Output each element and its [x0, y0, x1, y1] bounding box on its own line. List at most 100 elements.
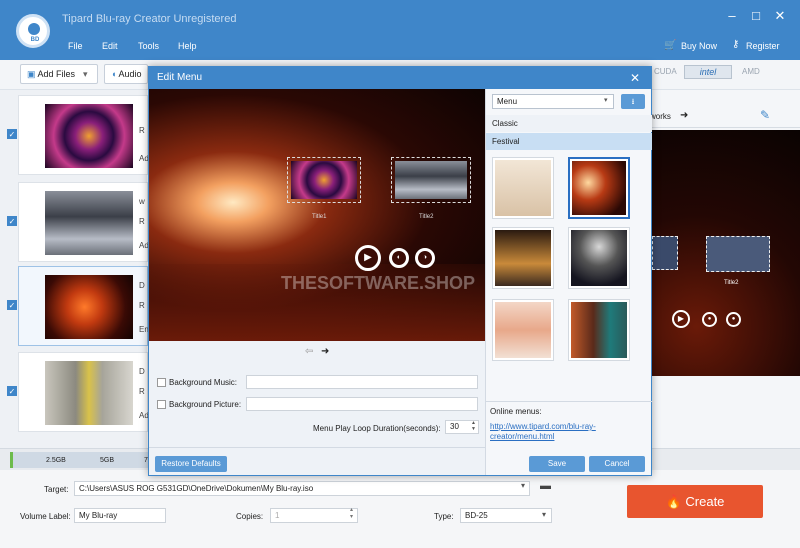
next-page-icon[interactable]: ➜ [321, 346, 329, 357]
add-file-icon: ▣ [27, 69, 38, 79]
play-button-icon[interactable]: ▶ [355, 245, 381, 271]
menu-file[interactable]: File [68, 41, 83, 51]
background-music-input[interactable] [246, 375, 478, 389]
loop-stepper[interactable]: ▲ ▼ [471, 420, 476, 432]
template-thumb[interactable] [568, 299, 630, 361]
storage-fill [10, 452, 148, 468]
background-picture-checkbox[interactable]: Background Picture: [157, 400, 242, 410]
restore-defaults-button[interactable]: Restore Defaults [155, 456, 227, 472]
menu-preview: Title1 Title2 ▶ ◐ ◑ THESOFTWARE.SHOP [149, 89, 485, 341]
target-field[interactable]: C:\Users\ASUS ROG G531GD\OneDrive\Dokume… [74, 481, 530, 496]
video-thumbnail [45, 191, 133, 255]
item-label: R [139, 217, 145, 226]
background-music-checkbox[interactable]: Background Music: [157, 378, 238, 388]
works-label: works [650, 112, 671, 121]
video-thumbnail [45, 275, 133, 339]
edit-icon[interactable]: ✎ [760, 108, 770, 122]
add-files-button[interactable]: ▣ Add Files ▾ [20, 64, 98, 84]
menu-help[interactable]: Help [178, 41, 197, 51]
chapter-icon: ● [702, 312, 717, 327]
volume-label-field[interactable]: My Blu-ray [74, 508, 166, 523]
menu-type-select[interactable]: Menu [492, 94, 614, 109]
item-checkbox[interactable]: ✓ [7, 216, 17, 226]
title-bar [0, 0, 800, 60]
dialog-close-button[interactable]: ✕ [627, 70, 643, 86]
audio-button[interactable]: ◖ Audio [104, 64, 148, 84]
prev-page-icon[interactable]: ⇦ [305, 346, 313, 357]
category-classic[interactable]: Classic [486, 115, 652, 132]
item-label: R [139, 301, 145, 310]
fire-icon: 🔥 [665, 494, 686, 509]
type-dropdown-icon[interactable]: ▾ [542, 510, 546, 519]
checkbox-box [157, 400, 166, 410]
background-music-label: Background Music: [169, 378, 238, 387]
online-menus-label: Online menus: [490, 407, 542, 416]
menu-tools[interactable]: Tools [138, 41, 159, 51]
list-item[interactable]: ✓ w R Ad [7, 182, 149, 262]
menu-preview-image: Title2 ▶ ● ● [652, 130, 800, 376]
list-item[interactable]: ✓ D R En [7, 266, 149, 346]
item-checkbox[interactable]: ✓ [7, 386, 17, 396]
amd-badge: AMD [742, 67, 760, 76]
online-menus-link[interactable]: http://www.tipard.com/blu-ray-creator/me… [490, 422, 620, 442]
copies-stepper[interactable]: ▴ ▾ [350, 507, 353, 521]
storage-tick: 5GB [100, 457, 115, 464]
item-checkbox[interactable]: ✓ [7, 300, 17, 310]
volume-label: Volume Label: [20, 512, 71, 521]
title2-caption: Title2 [724, 280, 739, 286]
minimize-button[interactable]: – [724, 8, 740, 24]
menu-preview-panel: works ➜ ✎ Title2 ▶ ● ● [650, 90, 800, 448]
audio-track-icon: ● [726, 312, 741, 327]
close-window-button[interactable]: ✕ [772, 8, 788, 24]
title1-caption: Title1 [312, 214, 327, 220]
next-arrow-icon[interactable]: ➜ [680, 110, 688, 121]
intel-badge: intel [684, 65, 732, 79]
title1-frame[interactable] [287, 157, 361, 203]
maximize-button[interactable]: □ [748, 8, 764, 24]
item-label: D [139, 367, 145, 376]
preview-nav: ⇦ ➜ [149, 341, 485, 363]
folder-icon[interactable]: ▬ [540, 480, 551, 492]
loop-duration-label: Menu Play Loop Duration(seconds): [313, 424, 441, 433]
play-icon: ▶ [672, 310, 690, 328]
chapter-button-icon[interactable]: ◐ [389, 248, 409, 268]
type-select[interactable]: BD-25 [460, 508, 552, 523]
audio-button-icon[interactable]: ◑ [415, 248, 435, 268]
copies-label: Copies: [236, 512, 264, 521]
create-label: Create [685, 494, 725, 509]
list-item[interactable]: ✓ R Ad [7, 95, 149, 175]
app-logo: BD [16, 14, 50, 48]
dialog-title: Edit Menu [149, 67, 651, 89]
item-label: R [139, 126, 145, 135]
download-icon[interactable]: ⭳ [621, 94, 645, 109]
checkbox-box [157, 378, 166, 388]
file-list: ✓ R Ad ✓ w R Ad ✓ D R En ✓ D R Ad [0, 90, 149, 448]
disc-icon [28, 23, 40, 35]
register-link[interactable]: Register [746, 41, 780, 51]
background-picture-label: Background Picture: [169, 400, 242, 409]
category-festival[interactable]: Festival [486, 133, 652, 150]
video-thumbnail [45, 361, 133, 425]
buy-now-link[interactable]: Buy Now [681, 41, 717, 51]
background-picture-input[interactable] [246, 397, 478, 411]
copies-field[interactable]: 1 [270, 508, 358, 523]
title1-thumbnail [291, 161, 357, 199]
menu-edit[interactable]: Edit [102, 41, 118, 51]
target-dropdown-icon[interactable]: ▾ [521, 481, 525, 490]
template-thumb[interactable] [568, 227, 630, 289]
title2-caption: Title2 [419, 214, 434, 220]
title2-frame[interactable] [391, 157, 471, 203]
template-thumb[interactable] [492, 227, 554, 289]
watermark: THESOFTWARE.SHOP [281, 273, 476, 293]
template-thumb-selected[interactable] [568, 157, 630, 219]
select-arrow-icon: ▾ [604, 97, 608, 104]
audio-label: Audio [118, 69, 142, 79]
item-checkbox[interactable]: ✓ [7, 129, 17, 139]
type-label: Type: [434, 512, 454, 521]
cancel-button[interactable]: Cancel [589, 456, 645, 472]
save-button[interactable]: Save [529, 456, 585, 472]
create-button[interactable]: 🔥 Create [627, 485, 763, 518]
template-thumb[interactable] [492, 157, 554, 219]
list-item[interactable]: ✓ D R Ad [7, 352, 149, 432]
template-thumb[interactable] [492, 299, 554, 361]
